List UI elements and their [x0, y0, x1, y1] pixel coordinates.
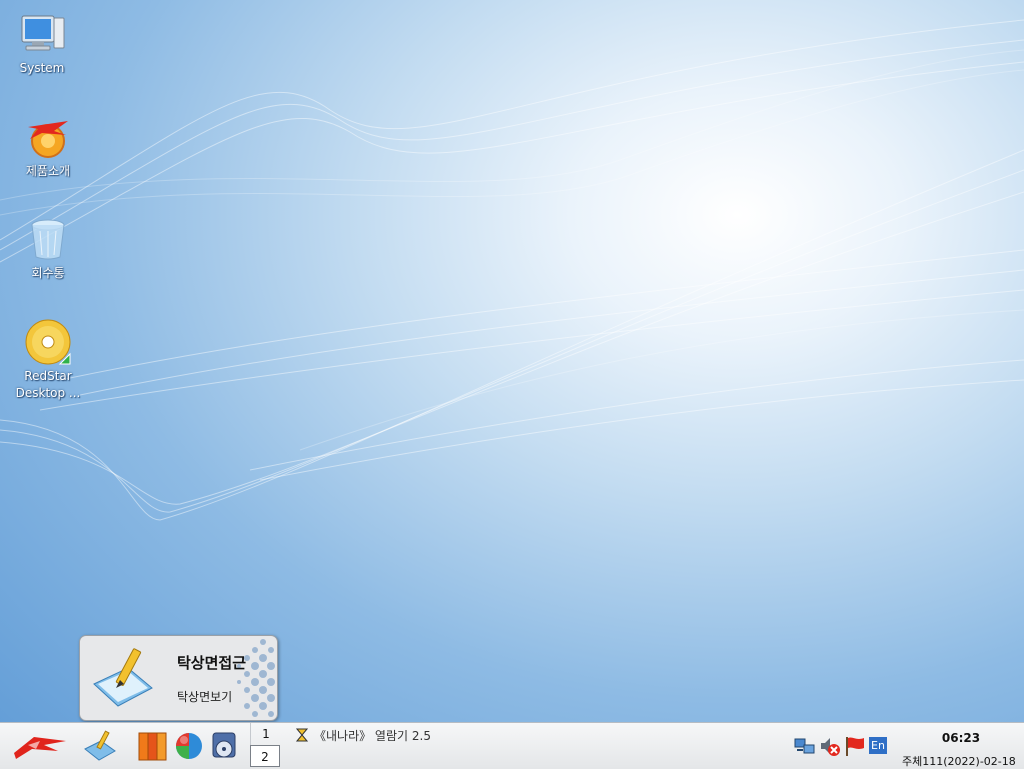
desktop-pencil-icon — [93, 648, 153, 707]
desktop-pencil-icon — [84, 730, 116, 761]
computer-icon — [18, 10, 66, 58]
media-player-icon — [212, 732, 236, 758]
desktop-icon-label: 회수통 — [31, 266, 65, 280]
taskbar: 1 2 《내나라》 열람기 2.5 En 06:23 주체111(2022)-0… — [0, 722, 1024, 769]
desktop-icon-trash[interactable]: 회수통 — [6, 215, 90, 282]
workspace-2-button[interactable]: 2 — [250, 745, 280, 767]
wallpaper-waves — [0, 19, 1024, 521]
show-desktop-launcher[interactable] — [83, 729, 117, 763]
desktop-icon-label: 제품소개 — [25, 164, 71, 178]
desktop-icon-label: System — [19, 61, 65, 75]
desktop-icon-system[interactable]: System — [0, 10, 84, 77]
desktop-icon-redstar-desktop[interactable]: RedStar Desktop ... — [6, 318, 90, 402]
clock-date[interactable]: 주체111(2022)-02-18 — [902, 753, 1024, 769]
office-binders-icon — [138, 732, 167, 761]
keyboard-layout-indicator[interactable]: En — [869, 737, 887, 754]
globe-icon — [176, 733, 202, 759]
desktop-icon-product-intro[interactable]: 제품소개 — [6, 113, 90, 180]
red-star-logo-icon — [14, 737, 66, 759]
task-label: 《내나라》 열람기 2.5 — [314, 729, 431, 743]
desktop-icon-label: RedStar Desktop ... — [15, 369, 81, 400]
browser-launcher[interactable] — [172, 729, 206, 763]
media-player-launcher[interactable] — [207, 729, 241, 763]
office-launcher[interactable] — [136, 729, 170, 763]
show-desktop-tooltip: 탁상면접근 탁상면보기 — [79, 635, 278, 721]
network-icon[interactable] — [794, 735, 815, 755]
start-menu-button[interactable] — [10, 731, 68, 761]
tooltip-subtitle: 탁상면보기 — [177, 690, 233, 704]
taskbar-task-browser[interactable]: 《내나라》 열람기 2.5 — [295, 727, 431, 747]
hourglass-icon — [295, 728, 309, 745]
workspace-pager: 1 2 — [250, 723, 281, 769]
clock-time[interactable]: 06:23 — [926, 731, 996, 745]
cd-disc-icon — [24, 318, 72, 366]
tooltip-title: 탁상면접근 — [177, 654, 247, 672]
red-star-gear-icon — [24, 113, 72, 161]
red-flag-icon[interactable] — [844, 735, 864, 756]
workspace-1-button[interactable]: 1 — [250, 723, 281, 745]
tooltip-dots-pattern — [237, 639, 275, 717]
volume-muted-icon[interactable] — [819, 735, 840, 756]
trash-bin-icon — [24, 215, 72, 263]
